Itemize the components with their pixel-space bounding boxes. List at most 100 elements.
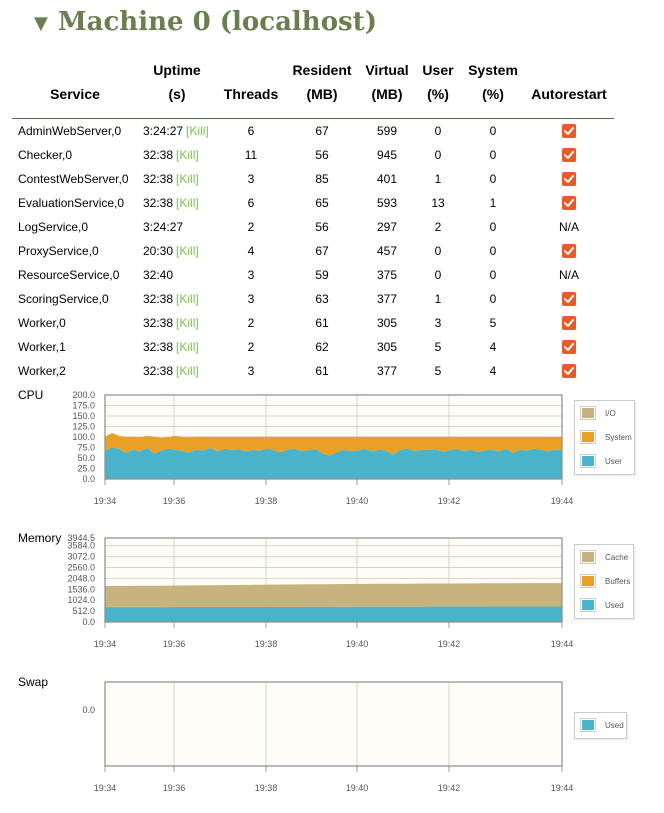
y-tick-label: 512.0	[72, 606, 95, 616]
legend-swatch	[580, 430, 596, 444]
system-cpu-cell: 0	[489, 292, 497, 306]
resident-cell: 85	[315, 172, 329, 186]
system-cpu-cell: 0	[489, 148, 497, 162]
autorestart-cell	[530, 239, 608, 263]
autorestart-checkbox[interactable]	[562, 195, 576, 210]
autorestart-checkbox[interactable]	[562, 315, 576, 330]
y-tick-label: 175.0	[72, 401, 95, 411]
legend-swatch	[580, 718, 596, 732]
autorestart-checkbox[interactable]	[562, 339, 576, 354]
y-tick-label: 125.0	[72, 422, 95, 432]
table-row: EvaluationService,0 32:38 [Kill] 6 65 593 13 1	[0, 191, 664, 215]
legend-label: System	[605, 432, 632, 442]
checkmark-icon	[564, 126, 574, 135]
uptime-value: 32:38	[143, 196, 174, 210]
table-row: ScoringService,0 32:38 [Kill] 3 63 377 1 0	[0, 287, 664, 311]
threads-cell: 6	[247, 124, 255, 138]
autorestart-cell	[530, 311, 608, 335]
resident-cell: 61	[315, 364, 329, 378]
table-row: ProxyService,0 20:30 [Kill] 4 67 457 0 0	[0, 239, 664, 263]
user-cpu-cell: 5	[434, 340, 442, 354]
kill-link[interactable]: [Kill]	[176, 148, 199, 162]
y-tick-label: 75.0	[77, 443, 95, 453]
autorestart-checkbox[interactable]	[562, 147, 576, 162]
table-row: ContestWebServer,0 32:38 [Kill] 3 85 401 1 0	[0, 167, 664, 191]
autorestart-cell	[530, 167, 608, 191]
legend-item: System	[580, 430, 632, 444]
header-service: Service	[50, 86, 100, 102]
threads-cell: 3	[247, 364, 255, 378]
uptime-cell: 3:24:27 [Kill]	[143, 119, 209, 143]
checkmark-icon	[564, 150, 574, 159]
user-cpu-cell: 0	[434, 124, 442, 138]
cpu-legend: I/O System User	[574, 400, 635, 475]
uptime-cell: 32:38 [Kill]	[143, 191, 199, 215]
kill-link[interactable]: [Kill]	[176, 364, 199, 378]
virtual-cell: 297	[376, 220, 398, 234]
uptime-cell: 3:24:27	[143, 215, 183, 239]
system-cpu-cell: 5	[489, 316, 497, 330]
x-tick-label: 19:38	[255, 783, 278, 793]
series-area-cache	[105, 583, 562, 607]
resident-cell: 62	[315, 340, 329, 354]
virtual-cell: 375	[376, 268, 398, 282]
legend-label: Buffers	[605, 576, 631, 586]
x-tick-label: 19:42	[438, 639, 461, 649]
legend-swatch	[580, 454, 596, 468]
header-system: System	[468, 62, 518, 78]
autorestart-checkbox[interactable]	[562, 123, 576, 138]
autorestart-checkbox[interactable]	[562, 363, 576, 378]
page-title[interactable]: ▼ Machine 0 (localhost)	[34, 4, 377, 40]
user-cpu-cell: 3	[434, 316, 442, 330]
header-user: User	[422, 62, 454, 78]
uptime-cell: 32:38 [Kill]	[143, 311, 199, 335]
x-tick-label: 19:36	[163, 639, 186, 649]
x-tick-label: 19:34	[94, 639, 117, 649]
cpu-graph-label: CPU	[18, 388, 44, 402]
autorestart-checkbox[interactable]	[562, 171, 576, 186]
autorestart-cell	[530, 335, 608, 359]
service-name: Worker,1	[18, 340, 66, 354]
y-tick-label: 2560.0	[67, 562, 95, 572]
autorestart-checkbox[interactable]	[562, 291, 576, 306]
kill-link[interactable]: [Kill]	[176, 244, 199, 258]
kill-link[interactable]: [Kill]	[176, 172, 199, 186]
kill-link[interactable]: [Kill]	[176, 316, 199, 330]
table-row: ResourceService,0 32:40 3 59 375 0 0 N/A	[0, 263, 664, 287]
autorestart-cell	[530, 287, 608, 311]
threads-cell: 2	[247, 220, 255, 234]
service-name: Checker,0	[18, 148, 73, 162]
threads-cell: 2	[247, 316, 255, 330]
x-tick-label: 19:44	[551, 639, 574, 649]
kill-link[interactable]: [Kill]	[176, 196, 199, 210]
kill-link[interactable]: [Kill]	[176, 292, 199, 306]
table-row: Worker,0 32:38 [Kill] 2 61 305 3 5	[0, 311, 664, 335]
legend-label: User	[605, 456, 622, 466]
x-tick-label: 19:38	[255, 496, 278, 506]
user-cpu-cell: 0	[434, 244, 442, 258]
kill-link[interactable]: [Kill]	[186, 124, 209, 138]
uptime-value: 32:38	[143, 292, 174, 306]
kill-link[interactable]: [Kill]	[176, 340, 199, 354]
triangle-down-icon[interactable]: ▼	[34, 13, 48, 34]
table-row: LogService,0 3:24:27 2 56 297 2 0 N/A	[0, 215, 664, 239]
cpu-graph: 19:34 19:36 19:38 19:40 19:42 19:44 0.025.050.…	[72, 390, 573, 506]
x-tick-label: 19:36	[163, 496, 186, 506]
resident-cell: 61	[315, 316, 329, 330]
uptime-cell: 20:30 [Kill]	[143, 239, 199, 263]
table-row: AdminWebServer,0 3:24:27 [Kill] 6 67 599 0 0	[0, 119, 664, 143]
virtual-cell: 377	[376, 364, 398, 378]
system-cpu-cell: 1	[489, 196, 497, 210]
uptime-value: 3:24:27	[143, 220, 184, 234]
header-virtual-unit: (MB)	[371, 86, 403, 102]
legend-item: Buffers	[580, 574, 630, 588]
autorestart-cell	[530, 143, 608, 167]
uptime-value: 32:40	[143, 268, 174, 282]
checkmark-icon	[564, 198, 574, 207]
virtual-cell: 377	[376, 292, 398, 306]
autorestart-checkbox[interactable]	[562, 243, 576, 258]
uptime-cell: 32:40	[143, 263, 173, 287]
autorestart-cell	[530, 359, 608, 383]
memory-graph: 19:34 19:36 19:38 19:40 19:42 19:44 0.0512.010…	[67, 533, 574, 649]
virtual-cell: 401	[376, 172, 398, 186]
